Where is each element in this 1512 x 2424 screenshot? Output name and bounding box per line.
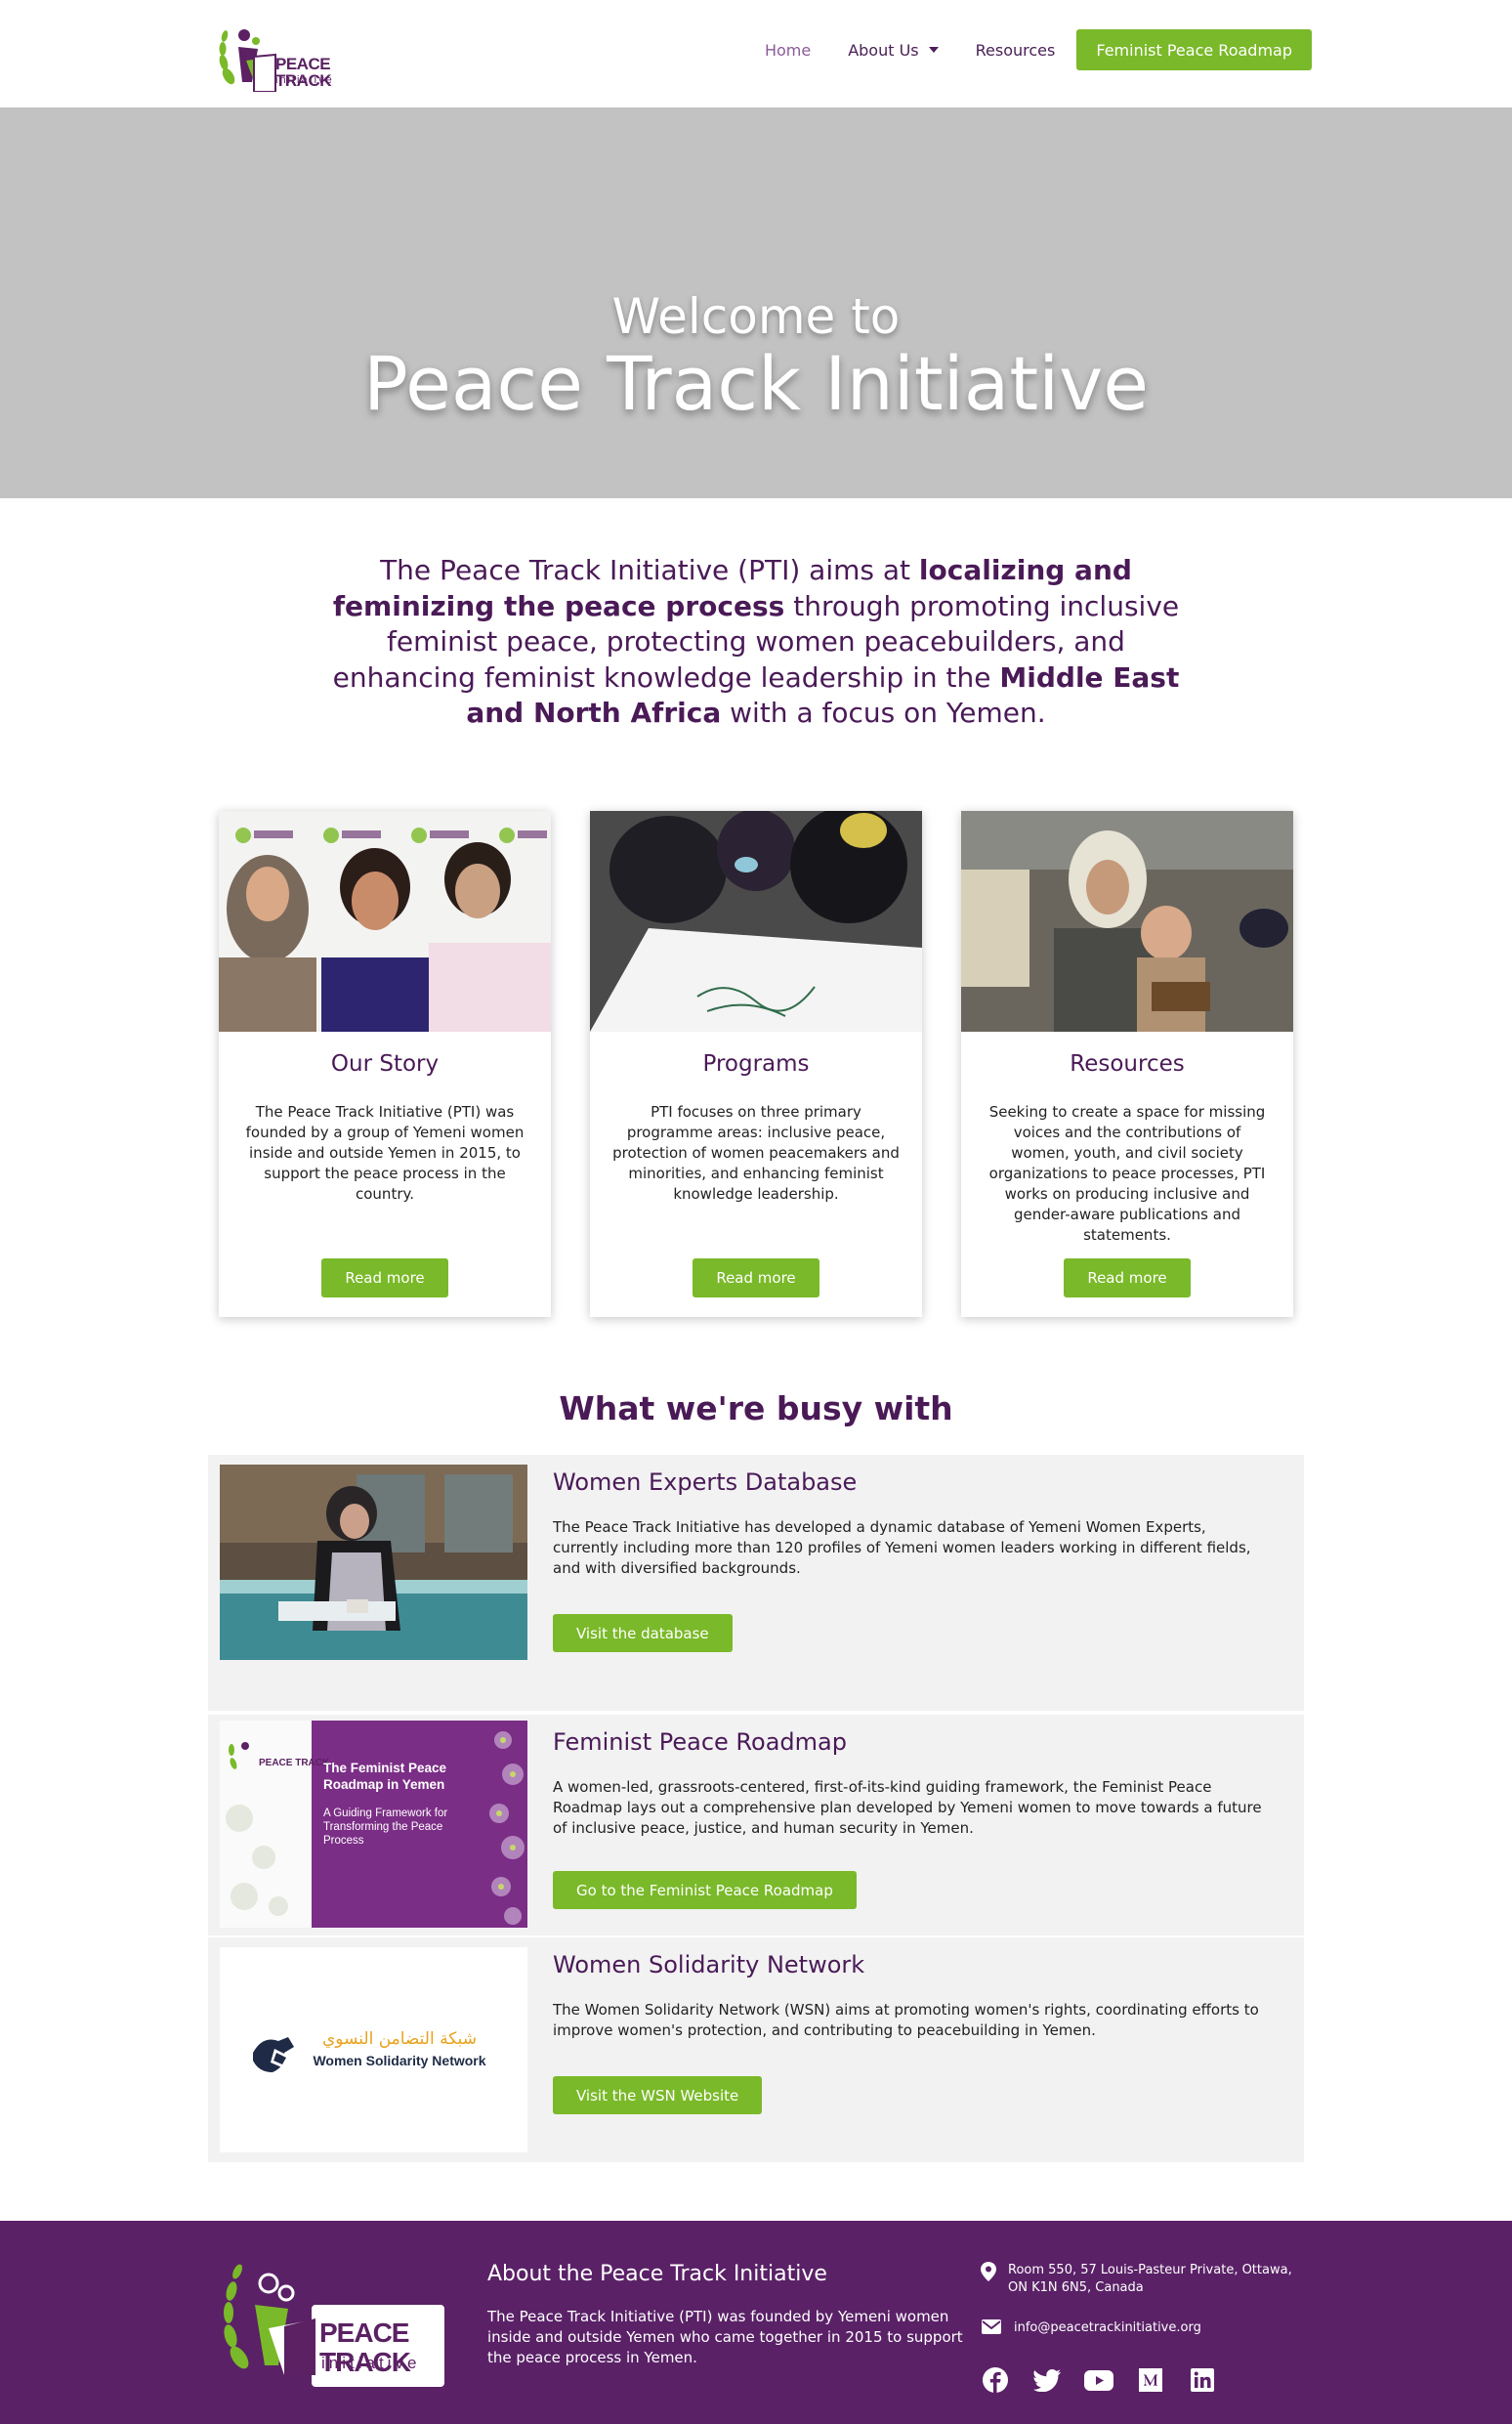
card-title: Our Story	[330, 1051, 440, 1077]
project-wsn: شبكة التضامن النسوي Women Solidarity Net…	[208, 1937, 1304, 2162]
feminist-roadmap-button[interactable]: Feminist Peace Roadmap	[1076, 29, 1312, 70]
social-links	[981, 2365, 1239, 2395]
card-text: The Peace Track Initiative (PTI) was fou…	[245, 1103, 525, 1203]
nav-about-us[interactable]: About Us	[848, 40, 939, 60]
nav-about-us-label: About Us	[848, 40, 919, 60]
intro-statement: The Peace Track Initiative (PTI) aims at…	[313, 553, 1199, 732]
read-more-button[interactable]: Read more	[693, 1258, 819, 1297]
project-feminist-roadmap: PEACE TRACK The Feminist Peace Roadmap i…	[208, 1715, 1304, 1935]
card-title: Resources	[1070, 1051, 1185, 1077]
card-programs: Programs PTI focuses on three primary pr…	[590, 811, 922, 1317]
visit-wsn-button[interactable]: Visit the WSN Website	[553, 2076, 763, 2114]
roadmap-cover-image: PEACE TRACK The Feminist Peace Roadmap i…	[220, 1721, 527, 1928]
footer-address: Room 550, 57 Louis-Pasteur Private, Otta…	[981, 2262, 1303, 2297]
project-text: A women-led, grassroots-centered, first-…	[553, 1778, 1262, 1837]
project-title: Feminist Peace Roadmap	[553, 1728, 847, 1756]
project-text: The Women Solidarity Network (WSN) aims …	[553, 2001, 1259, 2039]
nav-resources[interactable]: Resources	[976, 41, 1056, 60]
footer-logo[interactable]: PEACE TRACK initiative	[220, 2250, 454, 2392]
hero-welcome: Welcome to	[611, 288, 901, 345]
cover-subtitle: A Guiding Framework for Transforming the…	[323, 1807, 448, 1847]
youtube-icon[interactable]	[1084, 2365, 1113, 2395]
resources-photo	[961, 811, 1293, 1032]
card-our-story: Our Story The Peace Track Initiative (PT…	[219, 811, 551, 1317]
intro-part-3: with a focus on Yemen.	[721, 697, 1046, 729]
facebook-icon[interactable]	[981, 2365, 1010, 2395]
hero-title: Peace Track Initiative	[362, 340, 1149, 427]
busy-section-title: What we're busy with	[559, 1389, 953, 1427]
go-to-roadmap-button[interactable]: Go to the Feminist Peace Roadmap	[553, 1871, 857, 1909]
our-story-photo	[219, 811, 551, 1032]
envelope-icon	[981, 2319, 1002, 2334]
footer-title: About the Peace Track Initiative	[487, 2262, 827, 2286]
footer-email-text: info@peacetrackinitiative.org	[1014, 2320, 1201, 2335]
project-women-experts: Women Experts Database The Peace Track I…	[208, 1455, 1304, 1711]
twitter-icon[interactable]	[1032, 2365, 1062, 2395]
card-text: Seeking to create a space for missing vo…	[988, 1103, 1266, 1244]
project-title: Women Experts Database	[553, 1468, 858, 1496]
linkedin-icon[interactable]	[1188, 2365, 1217, 2395]
cover-title: The Feminist Peace Roadmap in Yemen	[323, 1761, 447, 1792]
site-logo[interactable]: PEACE TRACK initiative	[215, 14, 357, 92]
wsn-arabic-name: شبكة التضامن النسوي	[322, 2029, 477, 2049]
programs-photo	[590, 811, 922, 1032]
visit-database-button[interactable]: Visit the database	[553, 1614, 733, 1652]
logo-subtext: initiative	[275, 74, 334, 86]
site-header: PEACE TRACK initiative Home About Us Res…	[0, 0, 1512, 107]
location-pin-icon	[981, 2262, 996, 2281]
card-resources: Resources Seeking to create a space for …	[961, 811, 1293, 1317]
project-text: The Peace Track Initiative has developed…	[553, 1518, 1251, 1577]
footer-text: The Peace Track Initiative (PTI) was fou…	[487, 2308, 963, 2366]
read-more-button[interactable]: Read more	[321, 1258, 448, 1297]
chevron-down-icon	[928, 47, 939, 53]
project-title: Women Solidarity Network	[553, 1951, 865, 1978]
women-experts-photo	[220, 1465, 527, 1660]
footer-email[interactable]: info@peacetrackinitiative.org	[981, 2319, 1201, 2337]
footer-address-text: Room 550, 57 Louis-Pasteur Private, Otta…	[1008, 2263, 1292, 2295]
hero-banner: Welcome to Peace Track Initiative	[0, 107, 1512, 498]
intro-part-1: The Peace Track Initiative (PTI) aims at	[380, 554, 919, 586]
footer-logo-subtext: initiative	[321, 2354, 421, 2372]
site-footer: PEACE TRACK initiative About the Peace T…	[0, 2221, 1512, 2424]
wsn-english-name: Women Solidarity Network	[313, 2053, 486, 2068]
card-title: Programs	[702, 1051, 810, 1077]
wsn-logo-image: شبكة التضامن النسوي Women Solidarity Net…	[220, 1947, 527, 2152]
card-text: PTI focuses on three primary programme a…	[612, 1103, 900, 1203]
main-nav: Home About Us Resources Feminist Peace R…	[728, 28, 1312, 71]
cover-logo-text: PEACE TRACK	[259, 1758, 330, 1768]
read-more-button[interactable]: Read more	[1064, 1258, 1191, 1297]
nav-home[interactable]: Home	[765, 41, 811, 60]
wsn-emblem-icon	[253, 2037, 294, 2072]
medium-icon[interactable]	[1136, 2365, 1165, 2395]
